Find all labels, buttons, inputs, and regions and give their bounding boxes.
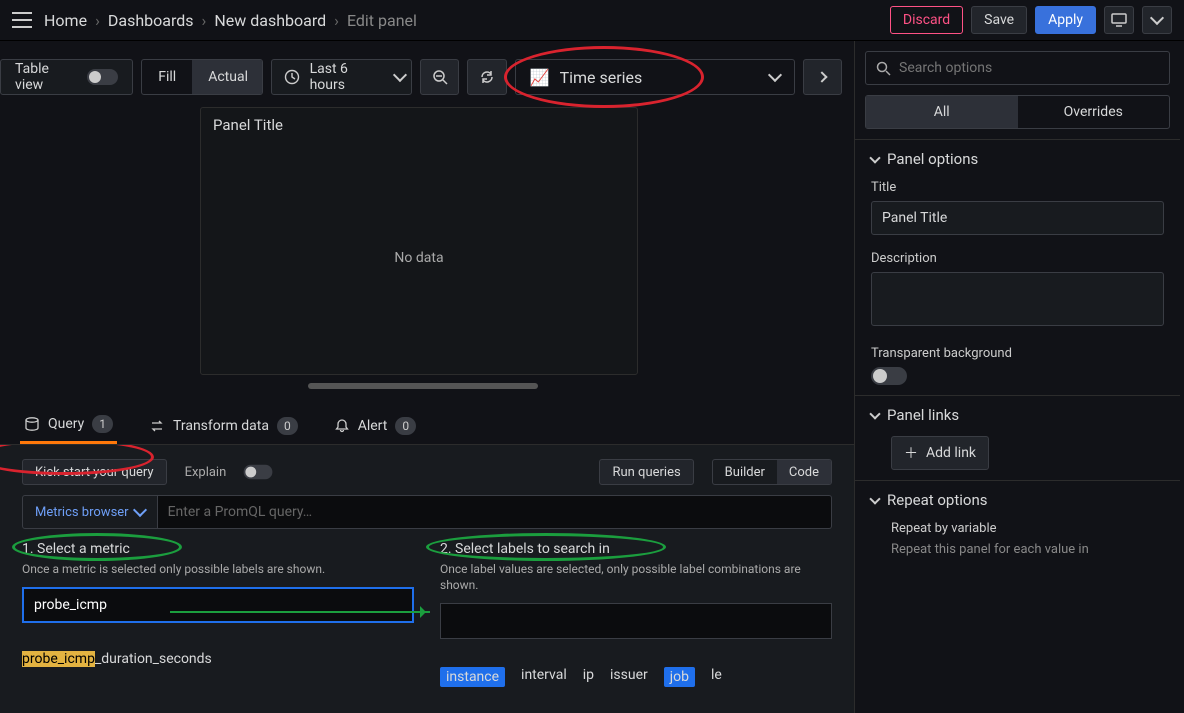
fill-actual-group: Fill Actual — [141, 59, 263, 95]
section-panel-links[interactable]: Panel links — [871, 406, 1164, 424]
suggestion-highlight: probe_icmp — [22, 651, 95, 667]
tab-query-badge: 1 — [92, 415, 113, 433]
expand-panel-icon[interactable] — [803, 59, 842, 95]
step1-title: 1. Select a metric — [22, 541, 414, 557]
search-options[interactable] — [865, 51, 1170, 85]
section-panel-options[interactable]: Panel options — [871, 150, 1164, 168]
toggle-switch[interactable] — [87, 69, 118, 85]
table-view-toggle[interactable]: Table view — [0, 59, 133, 95]
annotation-arrow — [170, 611, 430, 613]
refresh-icon[interactable] — [467, 59, 506, 95]
label-le[interactable]: le — [711, 667, 722, 687]
panel-no-data: No data — [201, 142, 637, 374]
metric-input[interactable] — [22, 587, 414, 623]
step2-title: 2. Select labels to search in — [440, 541, 832, 557]
label-issuer[interactable]: issuer — [610, 667, 648, 687]
section-repeat-options[interactable]: Repeat options — [871, 491, 1164, 509]
builder-code-group: Builder Code — [712, 459, 832, 485]
tab-transform-label: Transform data — [173, 418, 269, 434]
title-input[interactable] — [871, 201, 1164, 235]
panel-title: Panel Title — [201, 108, 637, 142]
chevron-right-icon: › — [95, 11, 100, 30]
chevron-right-icon: › — [334, 11, 339, 30]
crumb-new-dashboard[interactable]: New dashboard — [214, 11, 326, 30]
fill-tab[interactable]: Fill — [142, 60, 192, 94]
tab-overrides[interactable]: Overrides — [1018, 96, 1170, 128]
description-label: Description — [871, 251, 1164, 266]
label-ip[interactable]: ip — [583, 667, 594, 687]
chevron-down-icon — [133, 503, 147, 517]
crumb-edit-panel: Edit panel — [347, 11, 417, 30]
labels-input[interactable] — [440, 603, 832, 639]
chart-icon: 📈 — [530, 68, 550, 87]
repeat-by-label: Repeat by variable — [891, 521, 1164, 536]
search-icon — [876, 61, 891, 76]
chevron-right-icon: › — [202, 11, 207, 30]
tab-query[interactable]: Query 1 — [20, 407, 117, 444]
breadcrumb: Home › Dashboards › New dashboard › Edit… — [44, 11, 417, 30]
tab-transform-badge: 0 — [277, 417, 298, 435]
transform-icon — [149, 418, 165, 434]
promql-input[interactable]: Enter a PromQL query… — [158, 495, 832, 529]
tab-alert-label: Alert — [358, 418, 388, 434]
kick-start-button[interactable]: Kick start your query — [22, 459, 167, 485]
step2-desc: Once label values are selected, only pos… — [440, 561, 832, 593]
viz-type-picker[interactable]: 📈 Time series — [515, 59, 795, 95]
chevron-down-icon — [869, 408, 880, 419]
table-view-label: Table view — [15, 61, 79, 93]
options-tabs: All Overrides — [865, 95, 1170, 129]
crumb-home[interactable]: Home — [44, 11, 87, 30]
metrics-browser-label: Metrics browser — [35, 505, 129, 520]
title-label: Title — [871, 180, 1164, 195]
step1-desc: Once a metric is selected only possible … — [22, 561, 414, 577]
actual-tab[interactable]: Actual — [192, 60, 263, 94]
scrollbar[interactable] — [308, 383, 538, 389]
menu-icon[interactable] — [12, 12, 32, 28]
save-button[interactable]: Save — [971, 6, 1027, 34]
chevron-down-icon[interactable] — [1142, 6, 1172, 34]
metrics-browser-button[interactable]: Metrics browser — [22, 495, 158, 529]
run-queries-button[interactable]: Run queries — [599, 459, 693, 485]
monitor-icon[interactable] — [1104, 6, 1134, 34]
tab-all[interactable]: All — [866, 96, 1018, 128]
label-instance[interactable]: instance — [440, 667, 505, 687]
tab-transform[interactable]: Transform data 0 — [145, 407, 302, 444]
time-picker[interactable]: Last 6 hours — [271, 59, 412, 95]
label-interval[interactable]: interval — [521, 667, 567, 687]
transparent-label: Transparent background — [871, 346, 1164, 361]
code-tab[interactable]: Code — [777, 460, 831, 484]
builder-tab[interactable]: Builder — [713, 460, 777, 484]
transparent-toggle[interactable] — [871, 367, 907, 385]
tab-alert-badge: 0 — [395, 417, 416, 435]
panel-preview: Panel Title No data — [200, 107, 638, 375]
explain-label: Explain — [185, 465, 227, 480]
labels-list: instance interval ip issuer job le — [440, 667, 832, 687]
database-icon — [24, 416, 40, 432]
label-job[interactable]: job — [664, 667, 695, 687]
bell-icon — [334, 418, 350, 434]
description-input[interactable] — [871, 272, 1164, 326]
chevron-down-icon — [869, 493, 880, 504]
chevron-down-icon — [768, 68, 782, 82]
apply-button[interactable]: Apply — [1035, 6, 1096, 34]
discard-button[interactable]: Discard — [890, 6, 963, 34]
promql-placeholder: Enter a PromQL query… — [168, 504, 313, 520]
add-link-button[interactable]: Add link — [891, 436, 989, 470]
repeat-help: Repeat this panel for each value in — [891, 542, 1164, 557]
toggle-switch[interactable] — [244, 465, 273, 479]
suggestion-rest: _duration_seconds — [95, 651, 212, 667]
explain-toggle[interactable]: Explain — [185, 464, 275, 480]
metric-suggestion[interactable]: probe_icmp_duration_seconds — [22, 651, 414, 667]
plus-icon — [904, 443, 918, 463]
tab-alert[interactable]: Alert 0 — [330, 407, 420, 444]
search-options-input[interactable] — [899, 60, 1159, 76]
viz-type-label: Time series — [560, 68, 643, 87]
chevron-down-icon — [869, 152, 880, 163]
clock-icon — [284, 69, 300, 85]
zoom-out-icon[interactable] — [420, 59, 459, 95]
chevron-down-icon — [393, 68, 407, 82]
time-range-label: Last 6 hours — [310, 61, 386, 93]
crumb-dashboards[interactable]: Dashboards — [108, 11, 194, 30]
tab-query-label: Query — [48, 416, 84, 432]
